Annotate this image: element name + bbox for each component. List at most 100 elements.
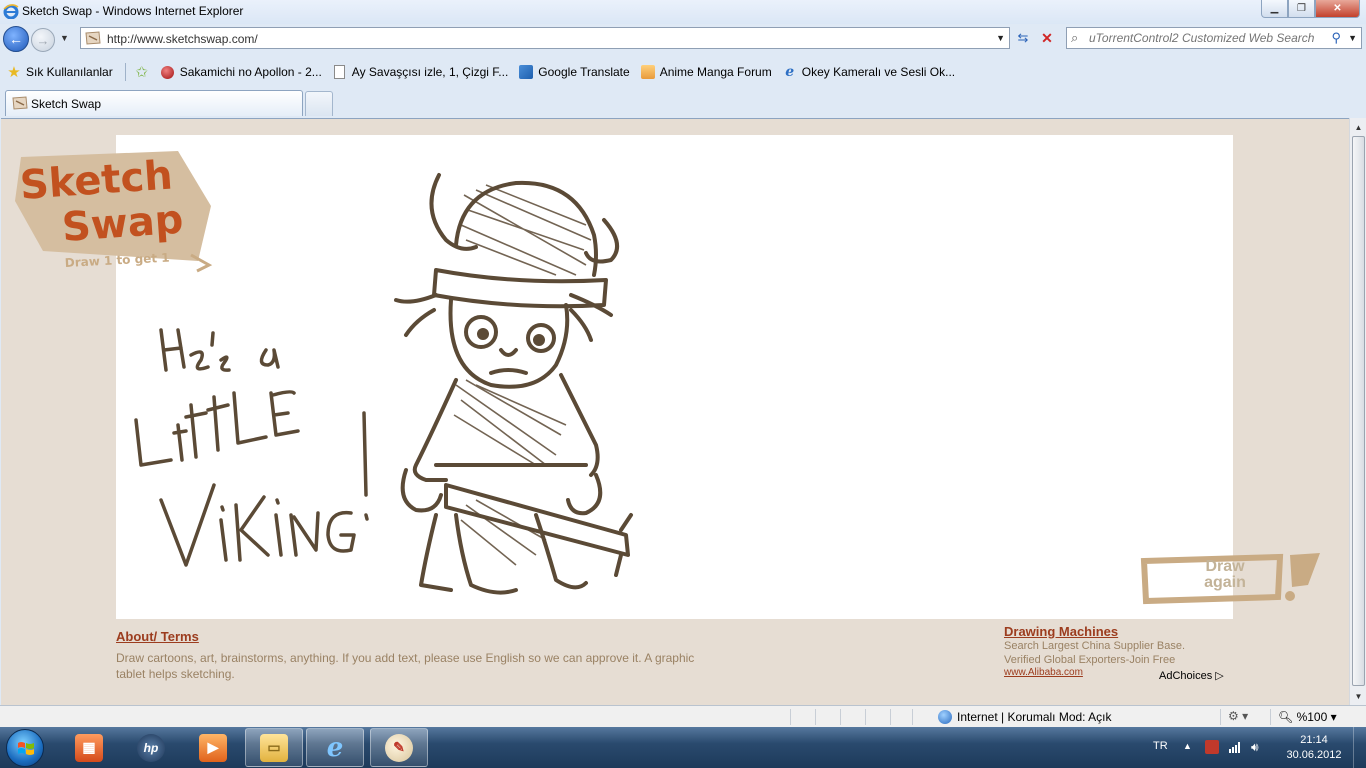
favorite-link-4[interactable]: Anime Manga Forum [640, 64, 772, 80]
vertical-scrollbar[interactable]: ▲ ▼ [1349, 118, 1366, 705]
zoom-control[interactable]: 🔍︎ %100 ▾ [1278, 710, 1337, 724]
taskbar-media-player[interactable]: ▶ [184, 728, 242, 767]
favorite-link-5[interactable]: e Okey Kameralı ve Sesli Ok... [782, 64, 955, 80]
start-button[interactable] [6, 729, 44, 767]
sketch-canvas[interactable]: Draw again [116, 135, 1320, 619]
maximize-button[interactable]: ❐ [1288, 0, 1315, 18]
status-divider [912, 709, 913, 725]
favorite-link-3[interactable]: Google Translate [518, 64, 630, 80]
minimize-icon: ▁ [1270, 3, 1279, 14]
address-dropdown-icon[interactable]: ▼ [996, 33, 1005, 43]
favorites-bar: ★ Sık Kullanılanlar ✩ Sakamichi no Apoll… [0, 58, 1366, 86]
address-bar[interactable]: http://www.sketchswap.com/ ▼ [80, 27, 1010, 49]
search-input[interactable] [1089, 30, 1319, 46]
hp-icon: hp [137, 733, 165, 762]
red-ball-icon [160, 64, 176, 80]
window-controls: ▁ ❐ ✕ [1261, 0, 1360, 18]
taskbar-hp-app[interactable]: hp [122, 728, 180, 767]
adchoices-label: AdChoices [1159, 670, 1213, 682]
viking-sketch [134, 173, 633, 595]
back-button[interactable]: ← [3, 26, 29, 52]
media-player-icon: ▶ [199, 733, 227, 762]
ad-line2: Verified Global Exporters-Join Free [1004, 654, 1176, 666]
sketchswap-logo[interactable]: Sketch Swap Draw 1 to get 1 [13, 151, 217, 273]
favorite-link-label: Sakamichi no Apollon - 2... [179, 65, 322, 79]
ad-line1: Search Largest China Supplier Base. [1004, 640, 1185, 652]
about-section: About/ Terms Draw cartoons, art, brainst… [116, 629, 696, 682]
language-indicator[interactable]: TR [1153, 740, 1168, 752]
zoom-dropdown-icon: ▾ [1330, 710, 1337, 724]
history-dropdown-icon[interactable]: ▼ [60, 33, 69, 43]
taskbar-pinned-app-1[interactable]: ▦ [60, 728, 118, 767]
star-icon: ★ [7, 64, 21, 81]
security-zone[interactable]: Internet | Korumalı Mod: Açık [938, 710, 1112, 724]
close-window-button[interactable]: ✕ [1315, 0, 1360, 18]
volume-icon[interactable]: 🔊︎ [1251, 740, 1265, 754]
minimize-button[interactable]: ▁ [1261, 0, 1288, 18]
show-desktop-button[interactable] [1353, 727, 1366, 768]
security-zone-label: Internet | Korumalı Mod: Açık [957, 710, 1112, 724]
taskbar-explorer[interactable]: ▭ [245, 728, 303, 767]
system-clock[interactable]: 21:14 30.06.2012 [1284, 733, 1344, 763]
about-description: Draw cartoons, art, brainstorms, anythin… [116, 651, 695, 681]
scroll-down-icon[interactable]: ▼ [1351, 688, 1366, 704]
anime-icon [640, 64, 656, 80]
page-favicon-icon [12, 96, 28, 110]
url-text[interactable]: http://www.sketchswap.com/ [107, 32, 258, 46]
favorites-button[interactable]: ★ Sık Kullanılanlar [6, 64, 112, 81]
network-icon[interactable] [1228, 740, 1242, 754]
add-to-favorites-button[interactable]: ✩ [134, 64, 154, 81]
favorite-link-2[interactable]: Ay Savaşçısı izle, 1, Çizgi F... [332, 64, 508, 80]
windows-taskbar: ▦ hp ▶ ▭ e ✎ TR ▲ 🔊︎ 21:14 30.06.2012 [0, 727, 1366, 768]
refresh-icon: ⇆ [1017, 30, 1029, 45]
about-terms-link[interactable]: About/ Terms [116, 629, 696, 644]
tab-sketch-swap[interactable]: Sketch Swap [5, 90, 303, 116]
tab-label: Sketch Swap [31, 97, 102, 111]
taskbar-paint[interactable]: ✎ [370, 728, 428, 767]
draw-again-line2: again [1204, 574, 1246, 591]
adchoices-icon: ▷ [1215, 670, 1224, 682]
refresh-button[interactable]: ⇆ [1012, 28, 1034, 48]
stop-icon: ✕ [1041, 29, 1053, 46]
favorite-link-label: Okey Kameralı ve Sesli Ok... [801, 65, 956, 79]
favorite-link-1[interactable]: Sakamichi no Apollon - 2... [160, 64, 322, 80]
ad-block: Drawing Machines Search Largest China Su… [1004, 624, 1244, 682]
status-divider [890, 709, 891, 725]
ad-title-link[interactable]: Drawing Machines [1004, 624, 1244, 639]
antivirus-icon[interactable] [1205, 740, 1219, 754]
page-favicon-icon [85, 31, 101, 45]
search-box[interactable]: ⌕ ⚲ ▼ [1066, 27, 1362, 49]
zoom-icon: 🔍︎ [1278, 710, 1294, 724]
page-viewport: Draw again Sketch Swap Draw 1 to get 1 A… [1, 118, 1349, 705]
status-divider [865, 709, 866, 725]
status-divider [1270, 709, 1271, 725]
show-hidden-icons-icon[interactable]: ▲ [1183, 741, 1192, 751]
translate-icon [518, 64, 534, 80]
search-dropdown-icon[interactable]: ▼ [1348, 33, 1357, 43]
status-divider [1220, 709, 1221, 725]
ie-icon: e [785, 64, 795, 80]
status-divider [815, 709, 816, 725]
forward-arrow-icon: → [36, 32, 50, 48]
new-tab-button[interactable] [305, 91, 333, 116]
draw-again-line1: Draw [1205, 558, 1245, 575]
adchoices-link[interactable]: AdChoices ▷ [1159, 669, 1224, 682]
ie-logo-icon [3, 4, 19, 19]
logo-tagline: Draw 1 to get 1 [64, 251, 170, 270]
zoom-level: %100 [1296, 710, 1328, 724]
tab-bar: Sketch Swap [0, 88, 1366, 118]
window-title: Sketch Swap - Windows Internet Explorer [22, 4, 244, 18]
forward-button[interactable]: → [31, 28, 55, 52]
protected-mode-icon[interactable]: ⚙ ▾ [1228, 709, 1248, 723]
restore-icon: ❐ [1297, 3, 1306, 14]
taskbar-internet-explorer[interactable]: e [306, 728, 364, 767]
search-icon[interactable]: ⚲ [1331, 30, 1341, 46]
scroll-thumb[interactable] [1352, 136, 1365, 686]
logo-shape: Sketch Swap Draw 1 to get 1 [15, 151, 213, 273]
draw-again-label: Draw again [1170, 559, 1280, 591]
close-icon: ✕ [1333, 3, 1342, 14]
scroll-up-icon[interactable]: ▲ [1351, 119, 1366, 135]
stop-button[interactable]: ✕ [1036, 28, 1058, 48]
window-titlebar: Sketch Swap - Windows Internet Explorer … [0, 0, 1366, 24]
draw-again-button[interactable]: Draw again [1140, 551, 1322, 609]
